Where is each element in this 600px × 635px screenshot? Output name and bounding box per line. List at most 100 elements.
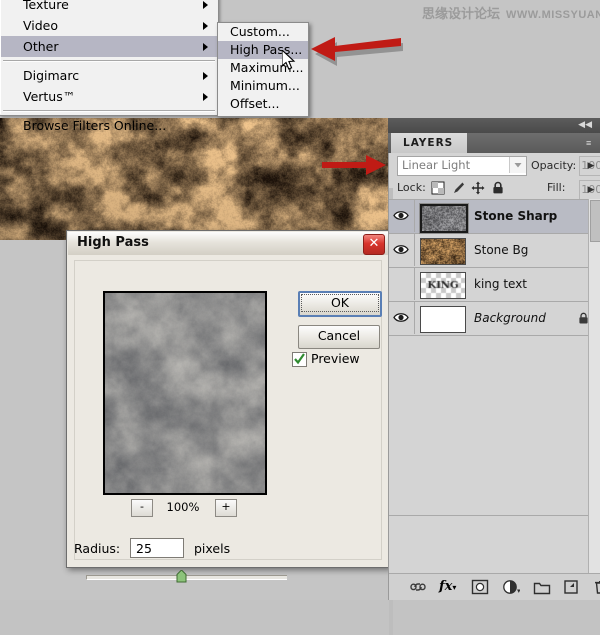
preview-checkbox-row[interactable]: Preview — [292, 351, 378, 369]
filter-menu-item-vertus[interactable]: Vertus™ — [1, 86, 217, 107]
filter-menu-items: Texture Video Other Digimarc Vertus™ Browse F… — [0, 0, 217, 133]
opacity-label: Opacity: — [531, 159, 577, 172]
radius-input[interactable]: 25 — [130, 538, 184, 558]
svg-text:▾: ▾ — [517, 588, 520, 595]
cancel-button[interactable]: Cancel — [298, 325, 380, 349]
ok-button[interactable]: OK — [298, 291, 382, 317]
transparency-lock-icon[interactable] — [431, 181, 445, 195]
new-group-icon[interactable] — [533, 579, 551, 595]
layer-list[interactable]: Stone Sharp Stone Bg king text Background — [389, 199, 600, 516]
blend-mode-row: Linear Light Opacity: 100% ▶ — [389, 153, 600, 177]
ok-button-label: OK — [301, 294, 379, 312]
dock-title-strip[interactable]: ◀◀ — [388, 118, 600, 133]
collapse-panel-icon[interactable]: ◀◀ — [578, 121, 592, 130]
menu-item-label: Vertus™ — [23, 89, 76, 104]
chevron-down-icon[interactable] — [509, 157, 526, 173]
submenu-item-minimum[interactable]: Minimum... — [218, 77, 308, 95]
menu-item-label: Browse Filters Online... — [23, 118, 167, 133]
filter-menu-item-browse-filters-online[interactable]: Browse Filters Online... — [1, 115, 217, 136]
submenu-item-offset[interactable]: Offset... — [218, 95, 308, 113]
menu-separator — [3, 60, 215, 62]
submenu-item-custom[interactable]: Custom... — [218, 23, 308, 41]
submenu-arrow-icon — [203, 21, 208, 30]
layers-dock[interactable]: ◀◀ LAYERS ≡ Linear Light Opacity: 100% ▶… — [388, 118, 600, 635]
layer-name: Stone Sharp — [474, 209, 558, 223]
submenu-arrow-icon — [203, 71, 208, 80]
panel-menu-icon[interactable]: ≡ — [586, 138, 596, 148]
watermark-top: 思缘设计论坛 WWW.MISSYUAN.COM — [422, 6, 600, 22]
layer-thumbnail[interactable] — [419, 203, 469, 234]
high-pass-dialog[interactable]: High Pass ✕ - 100% + Radius: 25 pixels O… — [66, 230, 390, 583]
tab-layers[interactable]: LAYERS — [391, 133, 468, 153]
delete-layer-icon[interactable] — [594, 579, 600, 595]
zoom-in-button[interactable]: + — [215, 499, 237, 517]
eye-icon — [393, 211, 409, 220]
chevron-down-glyph — [514, 163, 522, 168]
preview-canvas — [105, 293, 265, 493]
layers-toolbar[interactable]: fx▾ ▾ — [389, 573, 600, 600]
filter-menu-item-video[interactable]: Video — [1, 15, 217, 36]
layer-thumbnail[interactable] — [420, 272, 466, 299]
mouse-cursor-icon — [282, 50, 296, 70]
blend-mode-value: Linear Light — [402, 158, 471, 172]
zoom-out-button[interactable]: - — [131, 499, 153, 517]
layer-visibility-cell[interactable] — [389, 302, 415, 334]
layer-row[interactable]: king text — [389, 268, 600, 302]
thumbnail-canvas — [421, 239, 465, 264]
blend-mode-select[interactable]: Linear Light — [397, 156, 527, 176]
layer-thumbnail[interactable] — [420, 306, 466, 333]
high-pass-preview[interactable] — [103, 291, 267, 495]
add-mask-icon[interactable] — [471, 579, 489, 595]
radius-slider[interactable] — [86, 570, 287, 584]
layer-row[interactable]: Stone Bg — [389, 234, 600, 268]
all-lock-icon[interactable] — [491, 181, 505, 195]
layer-name: king text — [474, 277, 528, 291]
dialog-buttons: OK Cancel — [298, 291, 382, 357]
layers-panel-body: Linear Light Opacity: 100% ▶ Lock: — [388, 153, 600, 635]
panel-tab-bar[interactable]: LAYERS ≡ — [388, 133, 600, 153]
layer-name: Background — [474, 311, 546, 325]
radius-label: Radius: — [74, 541, 121, 556]
adjustment-layer-icon[interactable]: ▾ — [502, 579, 520, 595]
preview-checkbox[interactable] — [292, 352, 307, 367]
menu-item-label: Video — [23, 18, 59, 33]
layers-scrollbar[interactable] — [588, 199, 600, 573]
pixels-lock-icon[interactable] — [451, 181, 465, 195]
dialog-body: - 100% + Radius: 25 pixels OK Cancel Pre… — [68, 255, 388, 583]
fill-label: Fill: — [547, 181, 566, 194]
menu-item-label: Texture — [23, 0, 69, 12]
scrollbar-thumb[interactable] — [590, 200, 600, 242]
opacity-stepper-icon[interactable]: ▶ — [585, 156, 597, 174]
dialog-title-bar[interactable]: High Pass ✕ — [68, 232, 388, 256]
layer-visibility-cell[interactable] — [389, 268, 415, 300]
watermark-url: WWW.MISSYUAN.COM — [506, 9, 600, 21]
stone-texture-image — [0, 118, 388, 240]
check-icon — [294, 353, 305, 365]
layer-style-fx-icon[interactable]: fx▾ — [439, 579, 459, 595]
lock-label: Lock: — [397, 181, 426, 194]
link-layers-icon[interactable] — [409, 579, 427, 595]
filter-menu-item-digimarc[interactable]: Digimarc — [1, 65, 217, 86]
watermark-chinese: 思缘设计论坛 — [422, 7, 501, 22]
layer-row[interactable]: Stone Sharp — [389, 200, 600, 234]
fill-stepper-icon[interactable]: ▶ — [585, 180, 597, 198]
layer-visibility-cell[interactable] — [389, 234, 415, 266]
submenu-arrow-icon — [203, 92, 208, 101]
layer-visibility-cell[interactable] — [389, 200, 415, 232]
new-layer-icon[interactable] — [563, 579, 579, 595]
menu-separator — [3, 110, 215, 112]
filter-menu-item-other[interactable]: Other — [1, 36, 217, 57]
eye-icon — [393, 313, 409, 322]
slider-thumb[interactable] — [176, 570, 187, 583]
filter-menu[interactable]: Texture Video Other Digimarc Vertus™ Browse F… — [0, 0, 219, 133]
layer-thumbnail[interactable] — [420, 238, 466, 265]
menu-item-label: Other — [23, 39, 59, 54]
close-icon[interactable]: ✕ — [363, 234, 385, 255]
layer-row[interactable]: Background — [389, 302, 600, 336]
submenu-arrow-icon — [203, 42, 208, 51]
filter-menu-item-texture[interactable]: Texture — [1, 0, 217, 15]
position-lock-icon[interactable] — [471, 181, 485, 195]
layer-name: Stone Bg — [474, 243, 529, 257]
submenu-arrow-icon — [203, 0, 208, 9]
eye-icon — [393, 245, 409, 254]
